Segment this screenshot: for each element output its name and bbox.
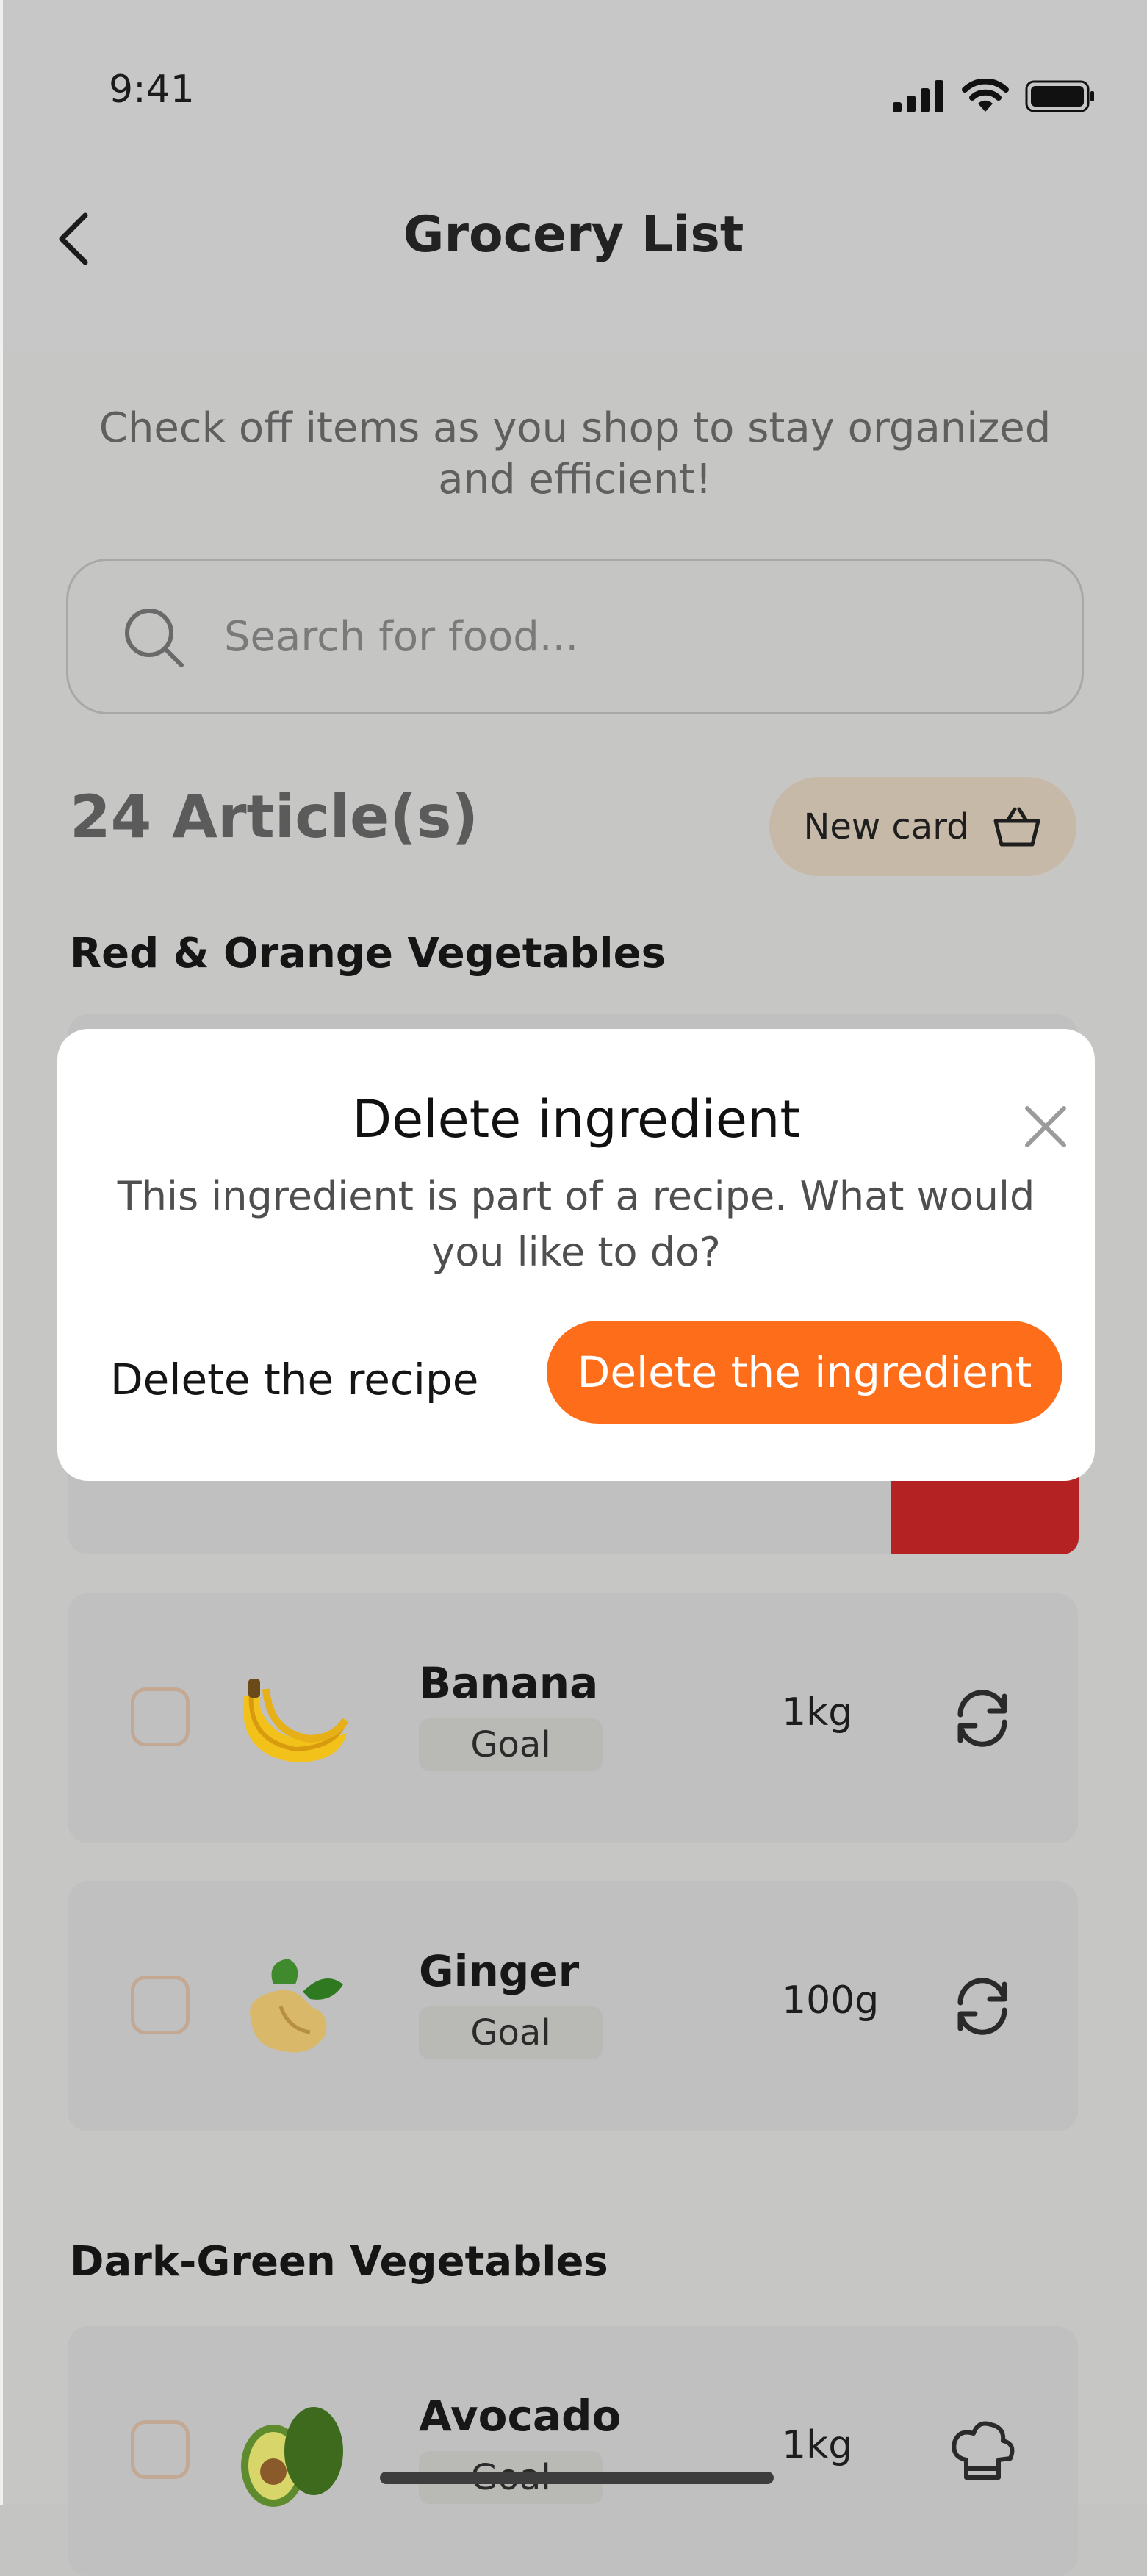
- item-tag: Goal: [419, 2006, 603, 2059]
- new-card-button[interactable]: New card: [769, 777, 1076, 876]
- status-time: 9:41: [109, 68, 195, 112]
- item-tag: Goal: [419, 1718, 603, 1771]
- signal-icon: [893, 80, 943, 112]
- search-bar[interactable]: [66, 559, 1084, 714]
- item-name: Avocado: [419, 2391, 622, 2441]
- chef-hat-icon[interactable]: [946, 2414, 1019, 2488]
- delete-ingredient-button[interactable]: Delete the ingredient: [547, 1321, 1062, 1424]
- status-icons: [893, 79, 1096, 113]
- list-item: Ginger Goal 100g: [68, 1881, 1078, 2131]
- dialog-title: Delete ingredient: [352, 1089, 800, 1149]
- ginger-image: [250, 1959, 343, 2053]
- item-name: Ginger: [419, 1946, 580, 1996]
- search-icon: [125, 609, 184, 667]
- close-icon[interactable]: [1020, 1101, 1071, 1152]
- page-subtitle: Check off items as you shop to stay orga…: [98, 404, 1051, 503]
- refresh-icon[interactable]: [946, 1682, 1019, 1755]
- dialog-message: This ingredient is part of a recipe. Wha…: [117, 1173, 1035, 1275]
- avocado-image: [241, 2407, 343, 2507]
- section-title: Red & Orange Vegetables: [70, 930, 666, 977]
- item-name: Banana: [419, 1658, 599, 1708]
- header: [3, 0, 1147, 350]
- item-quantity: 100g: [782, 1978, 880, 2023]
- battery-icon: [1025, 80, 1094, 112]
- list-item: Banana Goal 1kg: [68, 1593, 1078, 1843]
- banana-image: [242, 1679, 349, 1762]
- item-quantity: 1kg: [782, 1690, 853, 1734]
- app-screen: 9:41 Grocery List Check off items as you…: [0, 0, 1147, 2576]
- wifi-icon: [962, 79, 1009, 112]
- page-title: Grocery List: [403, 206, 744, 264]
- list-item: Avocado Goal 1kg: [68, 2326, 1078, 2576]
- basket-icon: [993, 807, 1040, 846]
- new-card-label: New card: [803, 806, 969, 847]
- frame-edge: [0, 0, 3, 2505]
- article-count: 24 Article(s): [70, 783, 479, 851]
- refresh-icon[interactable]: [946, 1970, 1019, 2043]
- item-checkbox[interactable]: [131, 1976, 190, 2034]
- item-checkbox[interactable]: [131, 1687, 190, 1746]
- item-checkbox[interactable]: [131, 2420, 190, 2479]
- section-title: Dark-Green Vegetables: [70, 2238, 608, 2286]
- item-quantity: 1kg: [782, 2423, 853, 2467]
- delete-ingredient-dialog: Delete ingredient This ingredient is par…: [57, 1029, 1095, 1481]
- delete-recipe-button[interactable]: Delete the recipe: [110, 1329, 478, 1430]
- home-indicator: [380, 2472, 774, 2484]
- search-input[interactable]: [223, 599, 1034, 674]
